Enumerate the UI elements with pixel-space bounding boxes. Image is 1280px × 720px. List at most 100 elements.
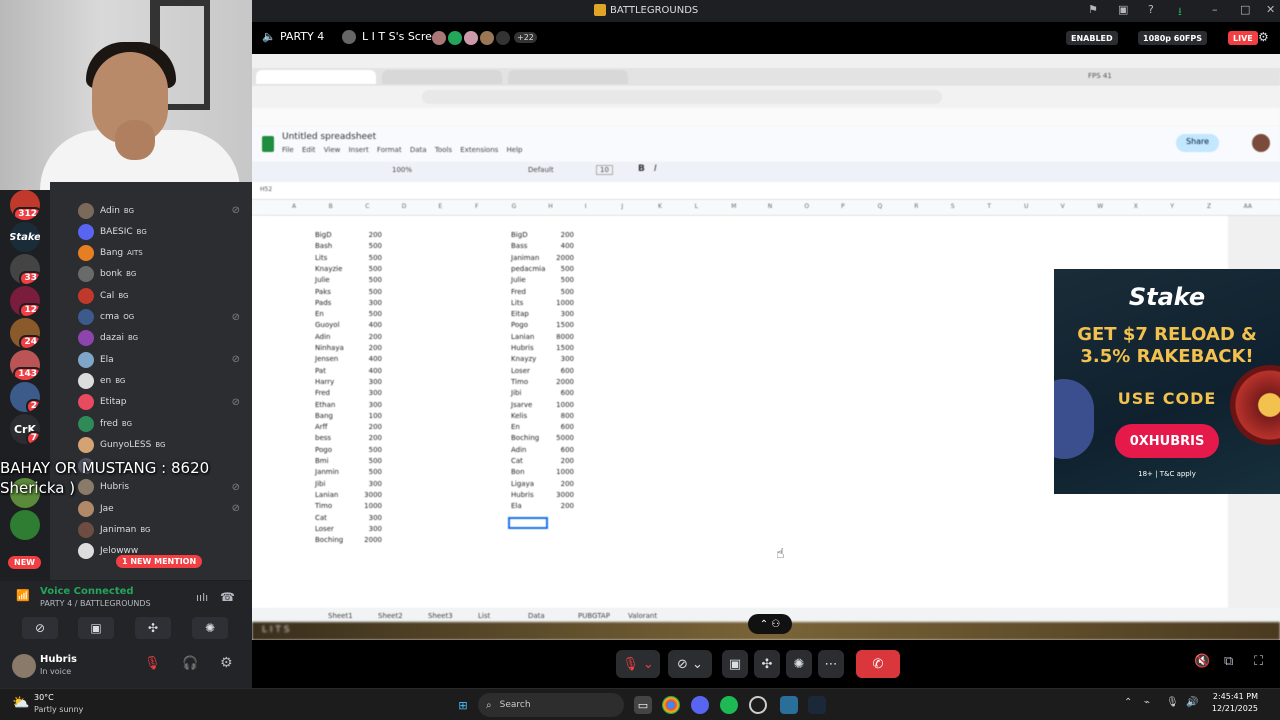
more-button[interactable]: ⋯ bbox=[818, 650, 844, 678]
sheet-cell[interactable]: Ela bbox=[511, 501, 522, 512]
column-header[interactable]: K bbox=[658, 203, 662, 210]
sheet-cell[interactable]: Boching bbox=[511, 433, 539, 444]
sheet-cell[interactable]: Loser bbox=[511, 366, 530, 377]
column-header[interactable]: N bbox=[768, 203, 773, 210]
taskbar-search[interactable]: ⌕ Search bbox=[478, 693, 624, 717]
app-icon[interactable] bbox=[780, 696, 798, 714]
sheet-cell[interactable]: Pogo bbox=[511, 320, 528, 331]
activities-button[interactable]: ✣ bbox=[754, 650, 780, 678]
sheet-cell[interactable]: 500 bbox=[544, 264, 574, 275]
volume-muted-icon[interactable]: 🔇 bbox=[1194, 654, 1210, 669]
avatar[interactable] bbox=[78, 287, 94, 304]
sheet-cell[interactable]: 300 bbox=[544, 309, 574, 320]
voice-member[interactable]: Janiman BG bbox=[50, 520, 252, 541]
sheet-cell[interactable]: Julie bbox=[315, 275, 330, 286]
weather-desc[interactable]: Partly sunny bbox=[34, 705, 83, 714]
chrome-icon[interactable] bbox=[662, 696, 680, 714]
activities-button[interactable]: ✣ bbox=[135, 617, 171, 639]
start-icon[interactable]: ⊞ bbox=[454, 696, 472, 714]
sheet-cell[interactable]: 400 bbox=[544, 241, 574, 252]
column-header[interactable]: AA bbox=[1244, 203, 1252, 210]
sheet-title[interactable]: Untitled spreadsheet bbox=[282, 132, 376, 142]
mic-muted-icon[interactable]: 🎙 bbox=[144, 656, 161, 671]
flag-icon[interactable]: ⚑ bbox=[1088, 3, 1098, 16]
sheet-cell[interactable]: 500 bbox=[352, 275, 382, 286]
stream-popout-button[interactable]: ⌃ ⚇ bbox=[748, 614, 792, 634]
column-header[interactable]: J bbox=[621, 203, 623, 210]
sheet-cell[interactable]: 2000 bbox=[352, 535, 382, 546]
browser-tab[interactable] bbox=[382, 70, 502, 84]
sheet-cell[interactable]: 1000 bbox=[544, 298, 574, 309]
voice-member[interactable]: Ela ⊘ bbox=[50, 349, 252, 370]
sheet-cell[interactable]: 200 bbox=[352, 230, 382, 241]
url-field[interactable] bbox=[422, 90, 942, 104]
column-header[interactable]: C bbox=[365, 203, 369, 210]
avatar[interactable] bbox=[78, 543, 94, 560]
soundboard-button[interactable]: ✺ bbox=[786, 650, 812, 678]
stake-ad-banner[interactable]: Stake GET $7 RELOAD & 3.5% RAKEBACK! USE… bbox=[1054, 269, 1280, 494]
column-header[interactable]: D bbox=[402, 203, 407, 210]
sheet-cell[interactable]: Pads bbox=[315, 298, 331, 309]
sheet-cell[interactable]: Knayzie bbox=[315, 264, 342, 275]
sheet-cell[interactable]: 3000 bbox=[352, 490, 382, 501]
sheet-cell[interactable]: Ninhaya bbox=[315, 343, 344, 354]
font-size-field[interactable]: 10 bbox=[596, 165, 613, 175]
sheet-cell[interactable]: Fred bbox=[315, 388, 330, 399]
sheet-tab[interactable]: Valorant bbox=[628, 612, 657, 620]
quality-badge[interactable]: 1080p 60FPS bbox=[1138, 31, 1207, 45]
screen-share-button[interactable]: ▣ bbox=[78, 617, 114, 639]
avatar[interactable] bbox=[78, 436, 94, 453]
sheet-cell[interactable]: 2000 bbox=[544, 377, 574, 388]
server-icon[interactable]: 143 bbox=[10, 350, 40, 380]
clock-date[interactable]: 12/21/2025 bbox=[1208, 704, 1258, 713]
sheet-cell[interactable]: 800 bbox=[544, 411, 574, 422]
column-header[interactable]: L bbox=[695, 203, 698, 210]
sheet-cell[interactable]: 200 bbox=[352, 433, 382, 444]
avatar[interactable] bbox=[78, 223, 94, 240]
avatar[interactable] bbox=[78, 202, 94, 219]
sheet-cell[interactable]: 500 bbox=[544, 275, 574, 286]
sheet-cell[interactable]: 3000 bbox=[544, 490, 574, 501]
avatar[interactable] bbox=[12, 654, 36, 678]
sheet-cell[interactable]: Ligaya bbox=[511, 479, 534, 490]
sheet-cell[interactable]: 600 bbox=[544, 422, 574, 433]
column-header[interactable]: F bbox=[475, 203, 478, 210]
server-icon[interactable]: CrK 7 bbox=[10, 414, 40, 444]
sheet-cell[interactable]: Janmin bbox=[315, 467, 339, 478]
sheet-cell[interactable]: Bmi bbox=[315, 456, 329, 467]
avatar[interactable] bbox=[78, 330, 94, 347]
sheet-cell[interactable]: Jibi bbox=[315, 479, 325, 490]
sheet-cell[interactable]: BigD bbox=[315, 230, 332, 241]
server-icon[interactable]: Stake bbox=[10, 222, 40, 252]
sheet-cell[interactable]: Bash bbox=[315, 241, 332, 252]
voice-member[interactable]: Cal BG bbox=[50, 285, 252, 306]
server-icon[interactable]: 24 bbox=[10, 318, 40, 348]
viewer-count[interactable]: +22 bbox=[514, 32, 537, 43]
new-mention-pill[interactable]: 1 NEW MENTION bbox=[116, 555, 203, 568]
task-view-icon[interactable]: ▭ bbox=[634, 696, 652, 714]
download-icon[interactable]: ⭳ bbox=[1178, 3, 1182, 22]
voice-member[interactable]: dazai BG bbox=[50, 328, 252, 349]
sheet-cell[interactable]: Adin bbox=[511, 445, 527, 456]
selected-cell[interactable] bbox=[508, 517, 548, 529]
sheet-tab[interactable]: Sheet2 bbox=[378, 612, 403, 620]
sheet-cell[interactable]: 500 bbox=[352, 287, 382, 298]
sheet-cell[interactable]: 300 bbox=[352, 524, 382, 535]
sheet-cell[interactable]: Boching bbox=[315, 535, 343, 546]
sheet-cell[interactable]: Lits bbox=[511, 298, 523, 309]
sheet-toolbar[interactable]: 100% Default 10 B I bbox=[252, 162, 1280, 182]
avatar[interactable] bbox=[1252, 134, 1270, 152]
sheet-cell[interactable]: Timo bbox=[511, 377, 528, 388]
mic-toggle-button[interactable]: 🎙 ⌄ bbox=[616, 650, 660, 678]
column-header[interactable]: A bbox=[292, 203, 296, 210]
sheet-cell[interactable]: Hubris bbox=[511, 490, 534, 501]
sheet-cell[interactable]: 500 bbox=[544, 287, 574, 298]
column-header[interactable]: Z bbox=[1207, 203, 1211, 210]
column-header[interactable]: Q bbox=[878, 203, 883, 210]
sheet-tab[interactable]: Sheet1 bbox=[328, 612, 353, 620]
avatar[interactable] bbox=[78, 500, 94, 517]
soundboard-button[interactable]: ✺ bbox=[192, 617, 228, 639]
server-icon[interactable]: 2 bbox=[10, 382, 40, 412]
leave-call-button[interactable]: ✆ bbox=[856, 650, 900, 678]
maximize-icon[interactable]: □ bbox=[1240, 3, 1250, 16]
